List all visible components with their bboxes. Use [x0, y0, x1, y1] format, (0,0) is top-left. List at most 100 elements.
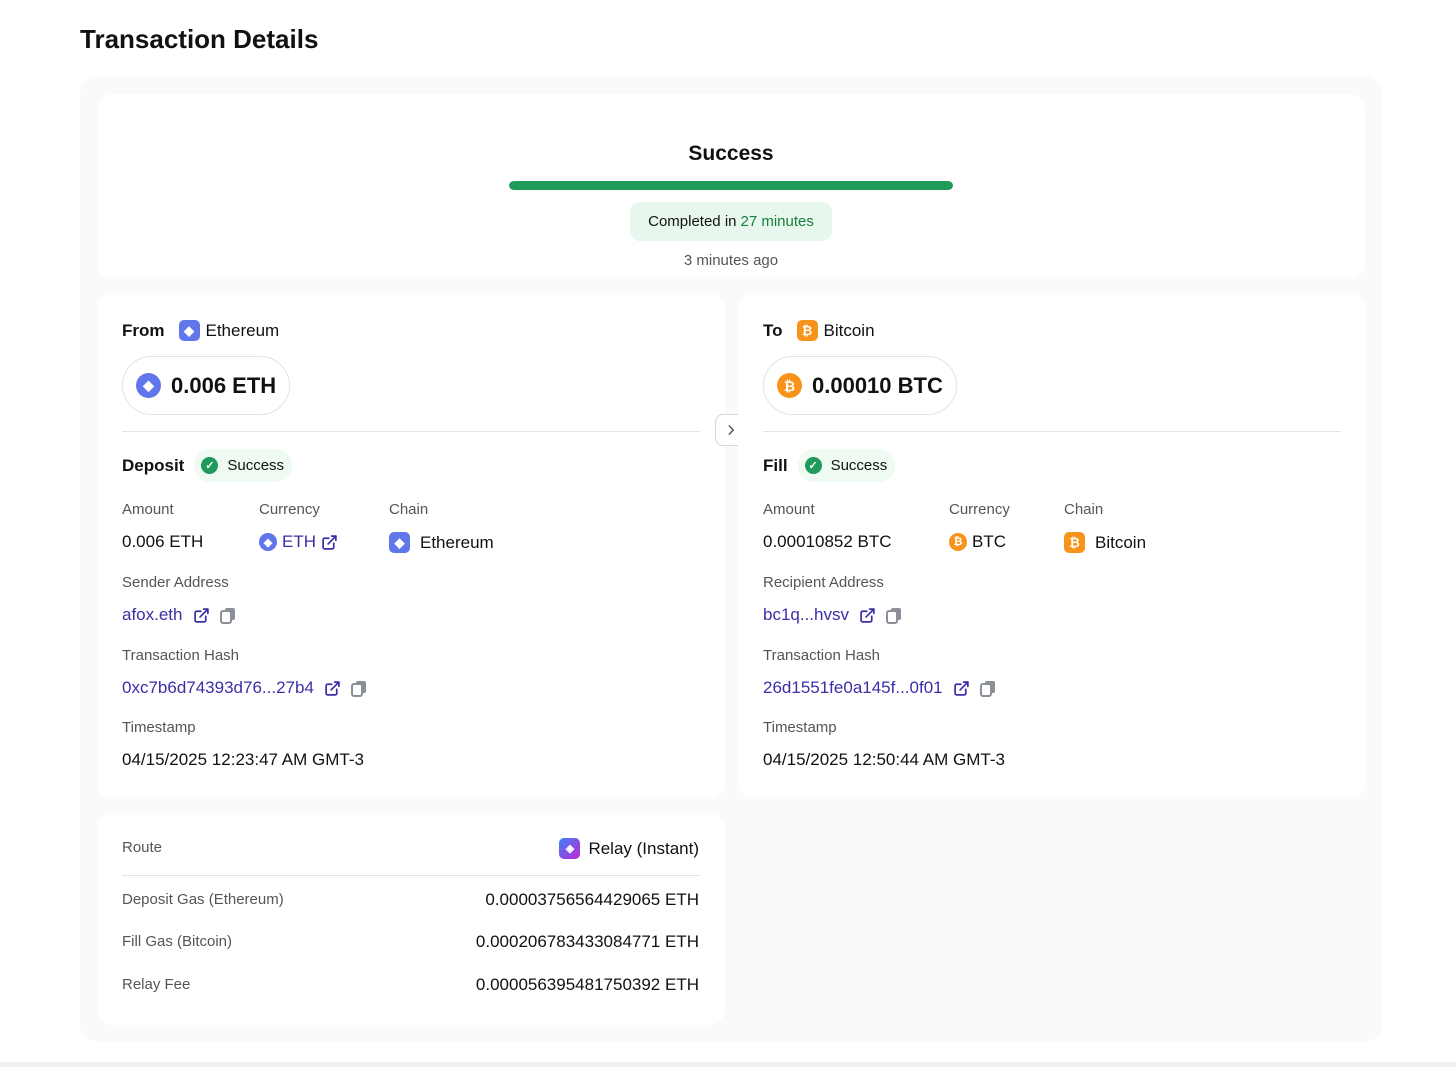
btc-token-icon: ₿: [949, 533, 967, 551]
route-value: ◈ Relay (Instant): [559, 838, 699, 859]
chevron-right-icon: [728, 425, 735, 435]
time-ago: 3 minutes ago: [683, 252, 779, 269]
fill-status: Success: [830, 457, 888, 474]
deposit-label: Deposit: [122, 455, 185, 475]
chain-value: ◆ Ethereum: [389, 532, 494, 553]
from-amount: 0.006 ETH: [171, 372, 277, 398]
external-link-icon[interactable]: [321, 534, 338, 551]
eth-token-icon: ◆: [136, 373, 161, 398]
tx-hash-link[interactable]: 26d1551fe0a145f...0f01: [763, 678, 943, 698]
external-link-icon[interactable]: [193, 607, 210, 624]
chain-value: ₿ Bitcoin: [1064, 532, 1146, 553]
to-label: To: [763, 320, 783, 340]
divider: [122, 875, 700, 876]
transaction-panel: Success Completed in 27 minutes 3 minute…: [80, 76, 1382, 1042]
divider: [122, 431, 700, 432]
external-link-icon[interactable]: [324, 680, 341, 697]
from-header: From ◆ Ethereum: [122, 320, 279, 341]
deposit-status: Success: [227, 457, 285, 474]
recipient-address: bc1q...hvsv: [763, 605, 902, 625]
timestamp-label: Timestamp: [122, 719, 196, 736]
divider: [763, 431, 1341, 432]
timestamp: 04/15/2025 12:50:44 AM GMT-3: [763, 750, 1005, 769]
tx-hash-label: Transaction Hash: [122, 647, 239, 664]
to-amount-pill: ₿ 0.00010 BTC: [763, 356, 957, 415]
route-label: Route: [122, 839, 163, 856]
currency-value: ₿ BTC: [949, 532, 1006, 552]
ethereum-icon: ◆: [178, 320, 200, 341]
amount-value: 0.00010852 BTC: [763, 532, 892, 552]
status-card: Success Completed in 27 minutes 3 minute…: [97, 94, 1365, 279]
eth-token-icon: ◆: [259, 533, 277, 551]
tx-hash-label: Transaction Hash: [763, 647, 880, 664]
status-title: Success: [688, 142, 774, 165]
deposit-stage: Deposit ✓ Success: [122, 449, 293, 482]
sender-address: afox.eth: [122, 605, 236, 625]
to-amount: 0.00010 BTC: [812, 372, 943, 398]
recipient-address-label: Recipient Address: [763, 574, 884, 591]
deposit-amount: 0.006 ETH: [122, 532, 204, 551]
tx-hash: 26d1551fe0a145f...0f01: [763, 678, 996, 698]
from-chain-name: Ethereum: [205, 320, 280, 340]
tx-hash: 0xc7b6d74393d76...27b4: [122, 678, 367, 698]
currency-text: BTC: [972, 532, 1006, 551]
fees-card: Route ◈ Relay (Instant) Deposit Gas (Eth…: [97, 813, 725, 1025]
completed-badge: Completed in 27 minutes: [630, 202, 832, 241]
fill-stage: Fill ✓ Success: [763, 449, 896, 482]
status-badge: ✓ Success: [797, 449, 896, 482]
deposit-gas-label: Deposit Gas (Ethereum): [122, 891, 284, 908]
sender-address-link[interactable]: afox.eth: [122, 605, 183, 625]
copy-icon[interactable]: [886, 607, 902, 624]
route-name: Relay (Instant): [588, 838, 699, 858]
completed-prefix: Completed in: [648, 213, 737, 230]
to-chain-name: Bitcoin: [823, 320, 875, 340]
timestamp-label: Timestamp: [763, 719, 837, 736]
ethereum-icon: ◆: [389, 532, 410, 553]
chain-name: Ethereum: [420, 532, 494, 552]
check-circle-icon: ✓: [804, 457, 822, 474]
external-link-icon[interactable]: [953, 680, 970, 697]
relay-fee-value: 0.000056395481750392 ETH: [475, 975, 699, 994]
chain-name: Bitcoin: [1095, 532, 1147, 552]
progress-bar: [509, 181, 953, 190]
currency-label: Currency: [259, 501, 320, 518]
completed-duration: 27 minutes: [740, 213, 814, 230]
currency-link[interactable]: ◆ ETH: [259, 532, 338, 552]
timestamp: 04/15/2025 12:23:47 AM GMT-3: [122, 750, 364, 769]
btc-token-icon: ₿: [777, 373, 802, 398]
currency-value[interactable]: ETH: [282, 532, 316, 552]
from-card: From ◆ Ethereum ◆ 0.006 ETH Deposit ✓ Su…: [97, 293, 725, 799]
timestamp-value: 04/15/2025 12:23:47 AM GMT-3: [122, 750, 364, 770]
status-badge: ✓ Success: [194, 449, 293, 482]
check-circle-icon: ✓: [201, 457, 219, 474]
chain-label: Chain: [1064, 501, 1104, 518]
copy-icon[interactable]: [350, 680, 367, 697]
amount-label: Amount: [763, 501, 815, 518]
from-amount-pill: ◆ 0.006 ETH: [122, 356, 291, 415]
copy-icon[interactable]: [979, 680, 996, 697]
currency-label: Currency: [949, 501, 1010, 518]
amount-label: Amount: [122, 501, 174, 518]
relay-icon: ◈: [559, 838, 581, 859]
tx-hash-link[interactable]: 0xc7b6d74393d76...27b4: [122, 678, 314, 698]
bitcoin-icon: ₿: [1064, 532, 1085, 553]
timestamp-value: 04/15/2025 12:50:44 AM GMT-3: [763, 750, 1005, 770]
bitcoin-icon: ₿: [796, 320, 818, 341]
page-title: Transaction Details: [80, 24, 319, 54]
fill-gas-label: Fill Gas (Bitcoin): [122, 933, 233, 950]
from-label: From: [122, 320, 165, 340]
fill-label: Fill: [763, 455, 788, 475]
amount-value: 0.006 ETH: [122, 532, 203, 552]
chain-label: Chain: [389, 501, 429, 518]
to-header: To ₿ Bitcoin: [763, 320, 875, 341]
fill-gas-value: 0.000206783433084771 ETH: [475, 932, 699, 951]
sender-address-label: Sender Address: [122, 574, 229, 591]
copy-icon[interactable]: [219, 607, 236, 624]
recipient-address-link[interactable]: bc1q...hvsv: [763, 605, 849, 625]
relay-fee-label: Relay Fee: [122, 976, 191, 993]
page-footer-rule: [0, 1062, 1456, 1067]
external-link-icon[interactable]: [859, 607, 876, 624]
fill-amount: 0.00010852 BTC: [763, 532, 892, 551]
progress-bar-fill: [509, 181, 953, 190]
deposit-gas-value: 0.00003756564429065 ETH: [485, 890, 699, 909]
